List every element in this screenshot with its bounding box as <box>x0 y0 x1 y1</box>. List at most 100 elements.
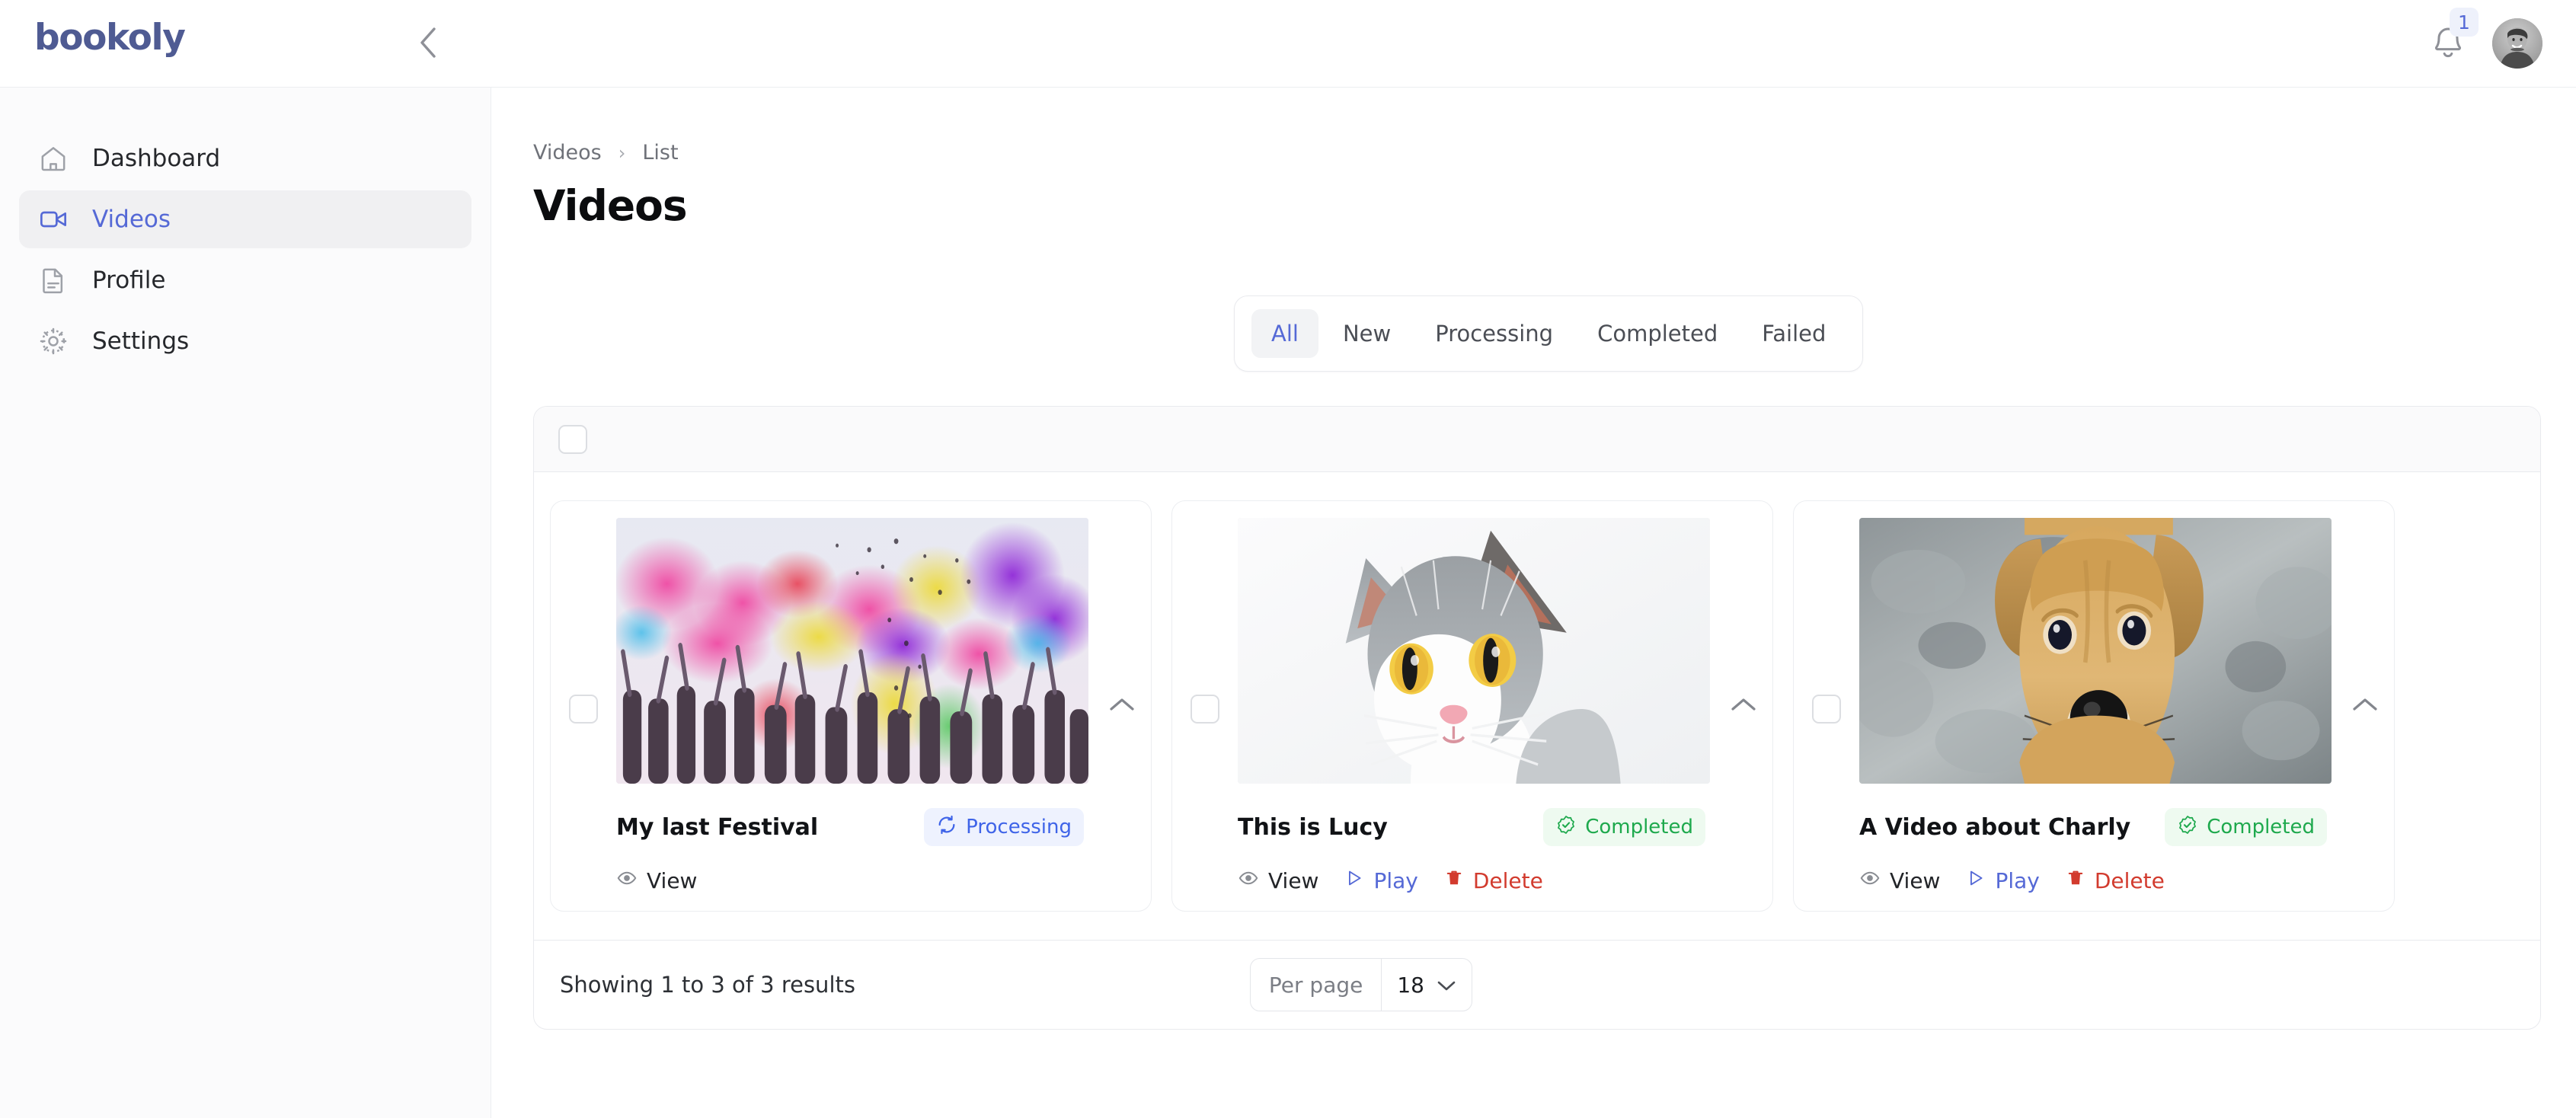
sidebar: Dashboard Videos Profile Settings <box>0 88 491 1118</box>
sidebar-item-settings[interactable]: Settings <box>19 312 471 370</box>
status-badge: Completed <box>2165 808 2327 846</box>
eye-icon <box>1859 867 1881 894</box>
play-action-label: Play <box>1373 868 1418 893</box>
view-action-label: View <box>1890 868 1941 893</box>
chevron-up-icon <box>1731 696 1756 717</box>
sidebar-item-label: Settings <box>92 327 190 355</box>
status-badge: Completed <box>1543 808 1705 846</box>
video-card-checkbox-cell <box>1172 518 1238 894</box>
sidebar-collapse-button[interactable] <box>413 27 443 59</box>
breadcrumb: Videos › List <box>533 141 2576 165</box>
chevron-down-icon <box>1437 973 1456 998</box>
per-page-value: 18 <box>1397 972 1424 998</box>
gear-icon <box>37 325 69 357</box>
tab-all[interactable]: All <box>1251 309 1318 358</box>
per-page-value-button[interactable]: 18 <box>1382 959 1472 1011</box>
chevron-left-icon <box>417 26 439 63</box>
eye-icon <box>616 867 638 894</box>
chevron-up-icon <box>2352 696 2378 717</box>
video-card-checkbox-cell <box>1794 518 1859 894</box>
video-thumbnail-cat[interactable] <box>1238 518 1710 784</box>
video-card[interactable]: My last Festival Processing View <box>550 500 1152 912</box>
check-badge-icon <box>1555 814 1577 841</box>
view-action[interactable]: View <box>1859 867 1940 894</box>
video-card-body: A Video about Charly Completed View Play… <box>1859 518 2336 894</box>
per-page-label: Per page <box>1251 959 1382 1011</box>
view-action[interactable]: View <box>616 867 697 894</box>
refresh-icon <box>936 814 957 841</box>
sidebar-item-label: Dashboard <box>92 145 221 172</box>
status-badge-label: Completed <box>1585 816 1693 838</box>
sidebar-item-videos[interactable]: Videos <box>19 190 471 248</box>
notification-count-badge: 1 <box>2450 8 2479 37</box>
video-title: This is Lucy <box>1238 813 1388 841</box>
video-card-meta: My last Festival Processing <box>616 808 1088 846</box>
view-action[interactable]: View <box>1238 867 1318 894</box>
delete-action[interactable]: Delete <box>1444 868 1543 893</box>
video-card-meta: This is Lucy Completed <box>1238 808 1710 846</box>
video-select-checkbox[interactable] <box>1812 695 1841 724</box>
video-card-actions: View Play Delete <box>1859 867 2332 894</box>
play-icon <box>1344 868 1364 893</box>
per-page-selector[interactable]: Per page 18 <box>1249 958 1472 1011</box>
status-badge-label: Processing <box>966 816 1072 838</box>
video-select-checkbox[interactable] <box>569 695 598 724</box>
video-card-expand-button[interactable] <box>1093 518 1151 894</box>
video-card[interactable]: This is Lucy Completed View Play Delete <box>1171 500 1773 912</box>
view-action-label: View <box>1268 868 1319 893</box>
breadcrumb-item-list[interactable]: List <box>642 141 678 165</box>
results-count: Showing 1 to 3 of 3 results <box>560 972 855 998</box>
select-all-checkbox[interactable] <box>558 424 587 454</box>
sidebar-item-label: Profile <box>92 267 166 294</box>
eye-icon <box>1238 867 1259 894</box>
chevron-up-icon <box>1109 696 1135 717</box>
trash-icon <box>2066 868 2085 893</box>
list-footer: Showing 1 to 3 of 3 results Per page 18 <box>534 940 2540 1029</box>
video-card-actions: View <box>616 867 1088 894</box>
tab-processing[interactable]: Processing <box>1415 309 1573 358</box>
tab-completed[interactable]: Completed <box>1577 309 1737 358</box>
video-title: A Video about Charly <box>1859 813 2131 841</box>
tab-new[interactable]: New <box>1323 309 1411 358</box>
video-card-body: My last Festival Processing View <box>616 518 1093 894</box>
play-icon <box>1966 868 1986 893</box>
video-card-expand-button[interactable] <box>2336 518 2394 894</box>
home-icon <box>37 142 69 174</box>
video-card-expand-button[interactable] <box>1715 518 1772 894</box>
breadcrumb-item-videos[interactable]: Videos <box>533 141 602 165</box>
video-cards-row: My last Festival Processing View This is… <box>534 472 2540 940</box>
trash-icon <box>1444 868 1464 893</box>
delete-action-label: Delete <box>1472 868 1543 893</box>
document-icon <box>37 264 69 296</box>
video-card-meta: A Video about Charly Completed <box>1859 808 2332 846</box>
view-action-label: View <box>647 868 698 893</box>
video-thumbnail-holi-festival[interactable] <box>616 518 1088 784</box>
sidebar-item-dashboard[interactable]: Dashboard <box>19 129 471 187</box>
tab-failed[interactable]: Failed <box>1742 309 1846 358</box>
video-select-checkbox[interactable] <box>1191 695 1219 724</box>
status-badge-label: Completed <box>2207 816 2315 838</box>
video-icon <box>37 203 69 235</box>
sidebar-item-profile[interactable]: Profile <box>19 251 471 309</box>
video-card-body: This is Lucy Completed View Play Delete <box>1238 518 1715 894</box>
app-logo[interactable]: bookoly <box>34 17 186 59</box>
videos-panel: My last Festival Processing View This is… <box>533 406 2541 1030</box>
status-badge: Processing <box>924 808 1084 846</box>
play-action[interactable]: Play <box>1344 868 1418 893</box>
video-card[interactable]: A Video about Charly Completed View Play… <box>1793 500 2395 912</box>
top-bar: bookoly 1 <box>0 0 2576 88</box>
page-title: Videos <box>533 181 688 230</box>
sidebar-item-label: Videos <box>92 206 171 233</box>
play-action-label: Play <box>1995 868 2040 893</box>
delete-action-label: Delete <box>2094 868 2165 893</box>
play-action[interactable]: Play <box>1966 868 2040 893</box>
status-filter-tabs: All New Processing Completed Failed <box>1234 295 1864 372</box>
video-thumbnail-dog[interactable] <box>1859 518 2332 784</box>
breadcrumb-separator-icon: › <box>618 142 626 164</box>
avatar[interactable] <box>2492 18 2542 69</box>
video-card-checkbox-cell <box>551 518 616 894</box>
video-card-actions: View Play Delete <box>1238 867 1710 894</box>
list-header <box>534 407 2540 472</box>
delete-action[interactable]: Delete <box>2066 868 2165 893</box>
check-badge-icon <box>2177 814 2198 841</box>
